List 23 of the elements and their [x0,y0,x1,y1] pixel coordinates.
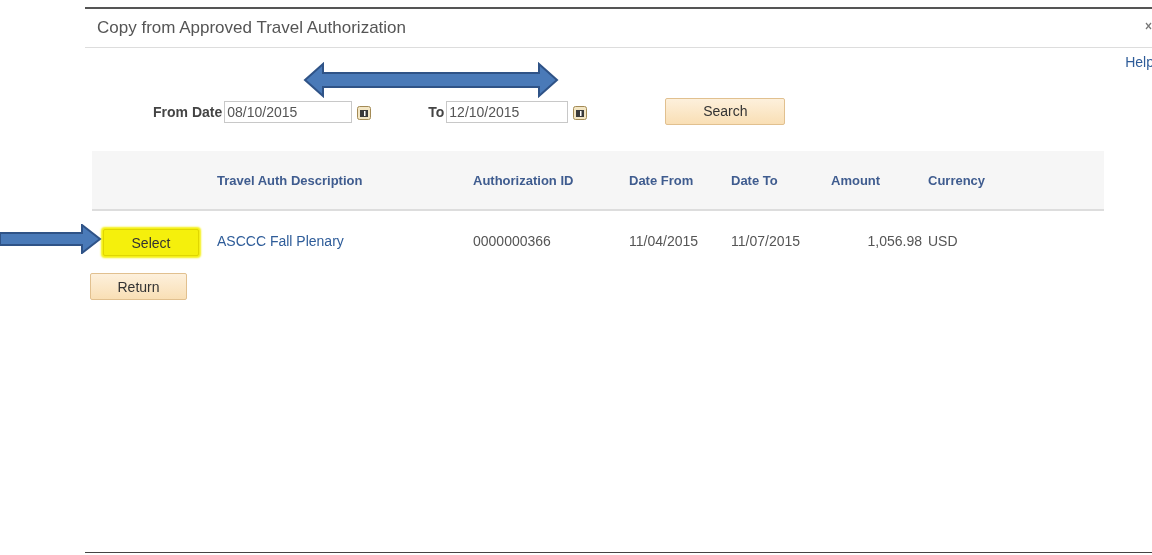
calendar-icon[interactable] [573,104,588,120]
search-button[interactable]: Search [665,97,786,125]
to-date-label: To [428,104,445,120]
column-header[interactable]: Amount [831,172,928,188]
to-date-field[interactable]: 12/10/2015 [446,101,569,123]
column-header[interactable]: Date To [731,172,831,188]
from-date-field[interactable]: 08/10/2015 [224,101,353,123]
column-header[interactable]: Travel Auth Description [217,172,473,188]
table-cell-text: 11/07/2015 [731,233,802,249]
column-header[interactable]: Currency [928,172,1104,188]
table-cell-text: 1,056.98 [866,233,923,249]
dialog-title: Copy from Approved Travel Authorization [97,18,406,38]
table-cell-text: 0000000366 [473,233,552,249]
table-cell-text: 11/04/2015 [629,233,700,249]
table-cell-text: USD [928,233,959,249]
select-button[interactable]: Select [103,229,199,256]
column-header[interactable]: Date From [629,172,731,188]
return-button[interactable]: Return [90,273,187,300]
column-header[interactable]: Authorization ID [473,172,629,188]
description-link[interactable]: ASCCC Fall Plenary [217,233,344,249]
close-icon[interactable] [1145,22,1152,30]
calendar-icon[interactable] [357,104,372,120]
from-date-label: From Date [153,104,223,120]
